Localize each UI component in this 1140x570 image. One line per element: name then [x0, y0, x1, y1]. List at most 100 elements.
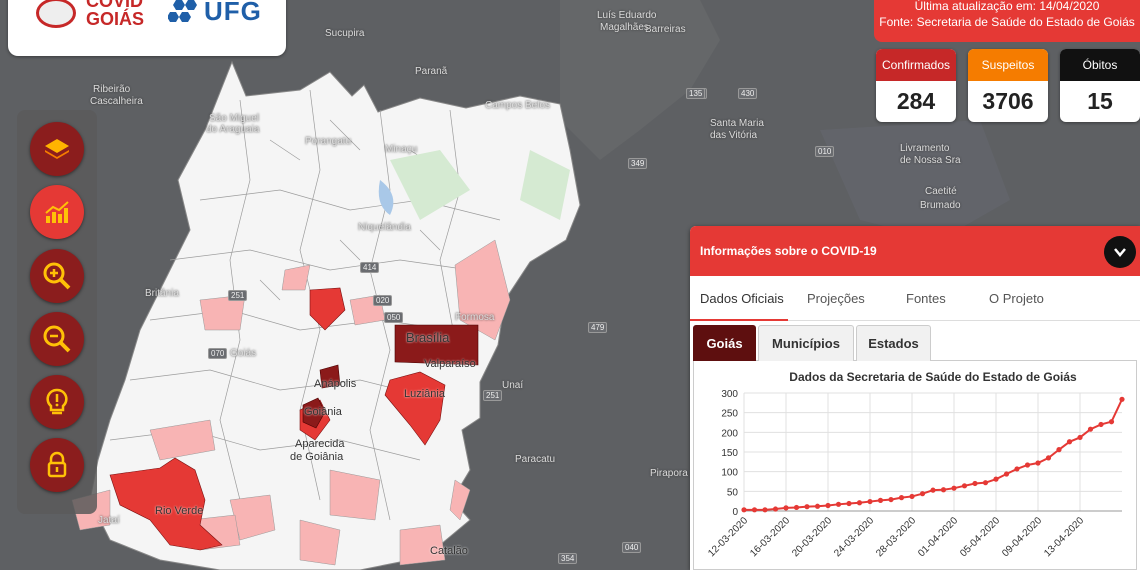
update-banner: Última atualização em: 14/04/2020 Fonte:… [874, 0, 1140, 42]
map-place-label: Niquelândia [358, 222, 411, 233]
road-shield: 010 [815, 146, 835, 157]
subtab-estados[interactable]: Estados [856, 325, 931, 361]
map-place-label: de Nossa Sra [900, 155, 961, 166]
stat-label: Suspeitos [968, 49, 1048, 81]
map-place-label: Santa Maria [710, 118, 764, 129]
map-place-label: das Vitória [710, 130, 758, 141]
data-point [867, 498, 873, 505]
y-tick-label: 150 [721, 448, 738, 459]
data-point [1035, 460, 1041, 466]
zoom-out-button[interactable] [30, 312, 84, 366]
data-point [762, 507, 768, 513]
data-point [846, 500, 852, 507]
x-tick-label: 09-04-2020 [1000, 515, 1044, 559]
data-point [909, 493, 915, 500]
data-point [751, 507, 758, 513]
stat-value: 284 [896, 88, 936, 114]
data-point [856, 500, 863, 506]
ufg-hexagon-icon [168, 0, 197, 22]
layers-button[interactable] [30, 122, 84, 176]
subtab-municipios[interactable]: Municípios [758, 325, 854, 361]
x-tick-label: 12-03-2020 [706, 515, 750, 559]
road-shield: 349 [628, 158, 648, 169]
active-tab-indicator [690, 319, 788, 321]
map-place-label: Minaçu [385, 144, 418, 155]
map-place-label: Luís Eduardo [597, 10, 657, 21]
data-point [951, 485, 957, 491]
covid-goias-logo: COVID GOIÁS [86, 0, 144, 28]
y-tick-label: 300 [721, 389, 738, 400]
logo-goias-text: GOIÁS [86, 9, 145, 29]
data-point [1108, 419, 1115, 425]
stat-value: 3706 [982, 88, 1034, 114]
collapse-button[interactable] [1104, 236, 1136, 268]
ufg-logo-text: UFG [204, 0, 262, 26]
y-tick-label: 250 [721, 409, 738, 420]
road-shield: 430 [738, 88, 758, 99]
map-place-label: Paracatu [515, 454, 556, 465]
chart-button[interactable] [30, 185, 84, 239]
road-shield: 070 [208, 348, 228, 359]
data-point [1014, 466, 1020, 472]
data-point [898, 495, 905, 501]
goias-seal-icon [36, 0, 76, 28]
map-place-label: Livramento [900, 143, 950, 154]
data-point [741, 507, 747, 513]
chart-container: Dados da Secretaria de Saúde do Estado d… [693, 361, 1137, 570]
lock-icon [47, 451, 67, 478]
data-point [877, 497, 884, 503]
data-point [1024, 462, 1031, 468]
map-place-label: Pirapora [650, 468, 688, 479]
map-place-label: Goiás [230, 348, 257, 359]
map-city-label: Rio Verde [155, 505, 204, 517]
map-city-label: Brasília [406, 330, 450, 345]
map-place-label: Sucupira [325, 28, 365, 39]
data-point [1119, 396, 1125, 402]
map-city-label: Valparaíso [424, 358, 476, 370]
lock-button[interactable] [30, 438, 84, 492]
map-place-label: Unaí [502, 380, 524, 391]
road-shield: 135 [686, 88, 706, 99]
tab-projecoes[interactable]: Projeções [807, 291, 865, 306]
map-city-label: Luziânia [404, 388, 445, 400]
data-point [940, 487, 947, 493]
map-place-label: Cascalheira [90, 96, 143, 107]
y-tick-label: 0 [732, 507, 738, 518]
y-tick-label: 50 [727, 487, 739, 498]
map-city-label: Catalão [430, 545, 468, 557]
subtab-goias[interactable]: Goiás [693, 325, 756, 361]
road-shield: 354 [558, 553, 578, 564]
chevron-down-icon [1114, 248, 1126, 257]
source-text: Fonte: Secretaria de Saúde do Estado de … [879, 15, 1135, 29]
tab-dados-oficiais[interactable]: Dados Oficiais [700, 291, 784, 306]
map-place-label: Britânia [145, 288, 179, 299]
zoom-in-button[interactable] [30, 249, 84, 303]
map-city-label: Aparecida [295, 438, 345, 450]
tips-button[interactable] [30, 375, 84, 429]
stat-card-obitos: Óbitos 15 [1060, 49, 1140, 122]
map-place-label: Ribeirão [93, 84, 131, 95]
panel-header: Informações sobre o COVID-19 [690, 226, 1140, 276]
lightbulb-icon [46, 388, 68, 415]
x-tick-label: 13-04-2020 [1042, 515, 1086, 559]
x-tick-label: 24-03-2020 [832, 515, 876, 559]
map-place-label: Brumado [920, 200, 961, 211]
map-place-label: Barreiras [645, 24, 686, 35]
data-point [1045, 455, 1052, 461]
panel-title: Informações sobre o COVID-19 [700, 244, 877, 258]
y-tick-label: 200 [721, 428, 738, 439]
data-point [1056, 447, 1062, 453]
data-point [783, 505, 789, 511]
tab-o-projeto[interactable]: O Projeto [989, 291, 1044, 306]
stat-label: Confirmados [876, 49, 956, 81]
last-update-text: Última atualização em: 14/04/2020 [914, 0, 1100, 13]
map-city-label: de Goiânia [290, 451, 344, 463]
map-place-label: Jataí [98, 515, 120, 526]
data-point [888, 496, 894, 503]
road-shield: 050 [384, 312, 404, 323]
map-place-label: do Araguaia [206, 124, 260, 135]
layers-icon [45, 139, 69, 159]
stat-label: Óbitos [1060, 49, 1140, 81]
tab-fontes[interactable]: Fontes [906, 291, 946, 306]
road-shield: 020 [373, 295, 393, 306]
